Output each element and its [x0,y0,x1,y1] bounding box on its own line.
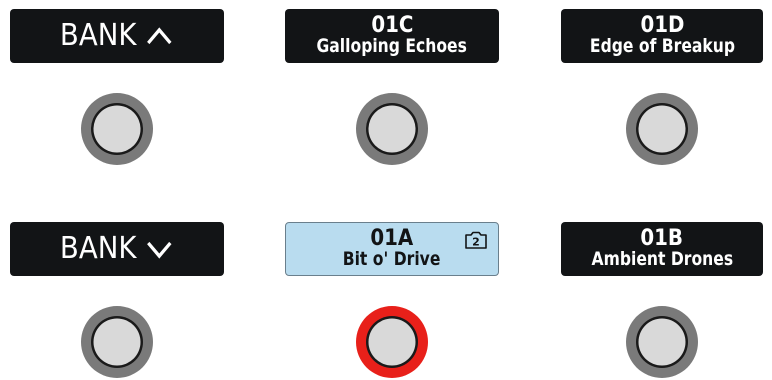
preset-01d-display: 01D Edge of Breakup [561,9,763,63]
preset-number: 01B [640,226,684,252]
preset-01d-footswitch[interactable] [625,92,699,166]
chevron-up-icon [147,27,173,45]
preset-01c-display: 01C Galloping Echoes [285,9,499,63]
preset-number: 01C [370,13,414,39]
preset-01a-display: 01A Bit o' Drive 2 [285,222,499,276]
bank-down-display: BANK [10,222,224,276]
preset-name: Galloping Echoes [316,35,468,58]
preset-name: Edge of Breakup [589,35,735,58]
preset-01b-display: 01B Ambient Drones [561,222,763,276]
preset-01a-footswitch[interactable] [355,305,429,379]
bank-up-footswitch[interactable] [80,92,154,166]
preset-01b-footswitch[interactable] [625,305,699,379]
chevron-down-icon [147,241,173,259]
bank-up-display: BANK [10,9,224,63]
preset-number: 01D [639,13,684,39]
bank-down-label: BANK [60,231,137,266]
preset-name: Ambient Drones [591,248,733,271]
preset-name: Bit o' Drive [343,248,441,271]
bank-up-label: BANK [60,18,137,53]
snapshot-icon: 2 [465,231,487,249]
preset-number: 01A [370,226,414,252]
bank-down-footswitch[interactable] [80,305,154,379]
preset-01c-footswitch[interactable] [355,92,429,166]
snapshot-number: 2 [472,236,480,249]
